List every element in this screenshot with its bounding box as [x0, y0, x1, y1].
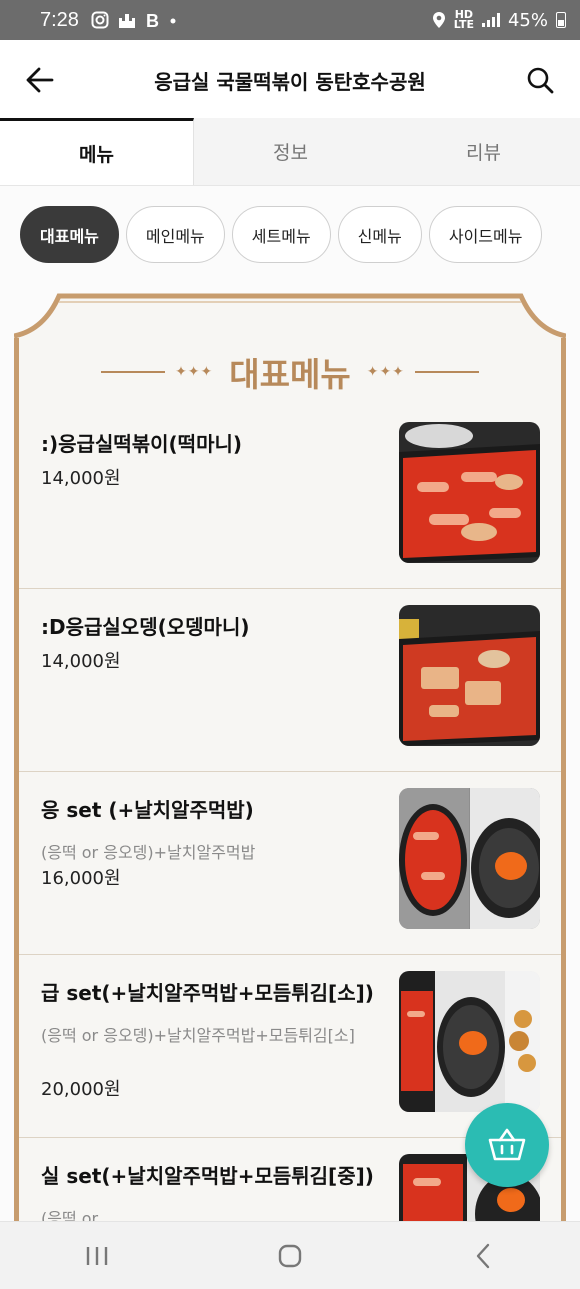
chip-signature[interactable]: 대표메뉴: [20, 206, 119, 263]
location-icon: [432, 12, 445, 28]
menu-item-photo: [399, 788, 540, 929]
search-button[interactable]: [500, 40, 580, 120]
b-icon: B: [146, 11, 159, 29]
ornament-right: ✦✦✦: [366, 364, 405, 380]
svg-text:B: B: [146, 11, 159, 29]
status-bar: 7:28 B HD LTE 45%: [0, 0, 580, 40]
menu-item-photo: [399, 605, 540, 746]
recent-apps-icon: [86, 1246, 107, 1265]
lte-label: LTE: [453, 18, 474, 31]
tab-info[interactable]: 정보: [194, 118, 387, 185]
tab-menu[interactable]: 메뉴: [0, 118, 194, 185]
menu-item[interactable]: 응 set (+날치알주먹밥) (응떡 or 응오뎅)+날치알주먹밥 16,00…: [19, 772, 561, 955]
menu-item-name: :)응급실떡볶이(떡마니): [41, 432, 243, 456]
divider-line: [414, 371, 479, 373]
tab-review[interactable]: 리뷰: [387, 118, 580, 185]
menu-item-photo: [399, 422, 540, 563]
menu-item[interactable]: :D응급실오뎅(오뎅마니) 14,000원: [19, 589, 561, 772]
menu-item[interactable]: :)응급실떡볶이(떡마니) 14,000원: [19, 406, 561, 589]
chip-new[interactable]: 신메뉴: [337, 206, 422, 263]
menu-item-price: 20,000원: [41, 1079, 121, 1100]
app-header: 응급실 국물떡볶이 동탄호수공원: [0, 40, 580, 120]
ornament-left: ✦✦✦: [175, 364, 214, 380]
search-icon: [527, 67, 554, 94]
chip-side[interactable]: 사이드메뉴: [428, 206, 543, 263]
status-left-icons: B: [91, 11, 177, 29]
chip-set[interactable]: 세트메뉴: [231, 206, 331, 263]
back-arrow-icon: [26, 67, 54, 93]
section-heading: ✦✦✦ 대표메뉴 ✦✦✦: [14, 348, 566, 396]
signal-icon: [481, 13, 500, 27]
home-button[interactable]: [250, 1226, 330, 1286]
menu-item-name: 급 set(+날치알주먹밥+모듬튀김[소]): [41, 981, 374, 1005]
divider-line: [101, 371, 166, 373]
shopping-basket-icon: [488, 1128, 526, 1161]
section-title: 대표메뉴: [229, 355, 351, 394]
page-title: 응급실 국물떡볶이 동탄호수공원: [154, 69, 426, 94]
status-right: HD LTE 45%: [432, 9, 566, 31]
dot-icon: [170, 18, 176, 24]
category-chips: 대표메뉴 메인메뉴 세트메뉴 신메뉴 사이드메뉴: [20, 206, 543, 263]
battery-icon: [556, 12, 566, 28]
battery-text: 45%: [507, 9, 548, 31]
cart-button[interactable]: [465, 1103, 549, 1187]
menu-item-description: (응떡 or 응오뎅)+날치알주먹밥+모듬튀김[소]: [41, 1026, 355, 1045]
nav-back-button[interactable]: [443, 1226, 523, 1286]
board-top-ornament: [14, 288, 566, 338]
menu-item-price: 14,000원: [41, 468, 121, 489]
menu-item-description: (응떡 or 응오뎅)+날치알주먹밥: [41, 843, 256, 862]
menu-item[interactable]: 급 set(+날치알주먹밥+모듬튀김[소]) (응떡 or 응오뎅)+날치알주먹…: [19, 955, 561, 1138]
home-icon: [278, 1244, 302, 1267]
system-nav-bar: [0, 1221, 580, 1289]
tab-bar: 메뉴 정보 리뷰: [0, 118, 580, 186]
castle-icon: [118, 14, 135, 28]
back-button[interactable]: [0, 40, 80, 120]
back-icon: [477, 1243, 490, 1268]
menu-item-name: 응 set (+날치알주먹밥): [41, 798, 254, 822]
menu-item-name: :D응급실오뎅(오뎅마니): [41, 615, 250, 639]
menu-item-name: 실 set(+날치알주먹밥+모듬튀김[중]): [41, 1164, 374, 1188]
recent-apps-button[interactable]: [57, 1226, 137, 1286]
network-indicator: HD LTE: [453, 9, 474, 31]
menu-item-price: 16,000원: [41, 868, 121, 889]
menu-item-photo: [399, 971, 540, 1112]
instagram-icon: [91, 11, 109, 29]
status-time: 7:28: [40, 8, 79, 31]
menu-item-price: 14,000원: [41, 651, 121, 672]
chip-main[interactable]: 메인메뉴: [125, 206, 225, 263]
